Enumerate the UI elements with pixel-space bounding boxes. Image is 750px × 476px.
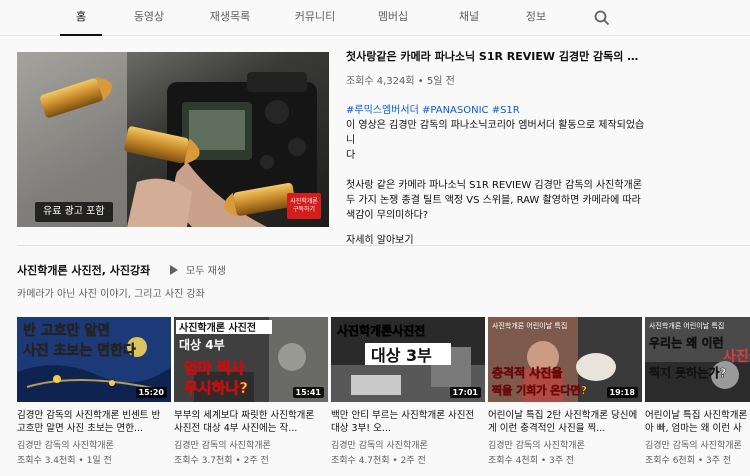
tab-channels[interactable]: 채널 bbox=[448, 0, 490, 36]
video-thumbnail[interactable]: 사진학개론 어린이날 특집 우리는 왜 이런 사진을 찍지 못하는가? bbox=[645, 317, 750, 402]
shelf-description: 카메라가 아닌 사진 이야기, 그리고 사진 강좌 bbox=[17, 289, 205, 300]
tab-about[interactable]: 정보 bbox=[515, 0, 557, 36]
thumbnail-text: 엄마 찍사 bbox=[184, 359, 245, 377]
thumbnail-text: 찍을 기회가 온다면? bbox=[492, 383, 587, 397]
thumbnail-text: 대상 4부 bbox=[179, 337, 225, 352]
video-thumbnail[interactable]: 반 고흐만 알면 사진 초보는 면한다 15:20 bbox=[17, 317, 171, 402]
paid-promotion-badge: 유료 광고 포함 bbox=[35, 202, 113, 222]
thumbnail-text: 사진 초보는 면한다 bbox=[23, 342, 136, 359]
thumbnail-text: 사진학개론 어린이날 특집 bbox=[649, 321, 724, 330]
featured-video-meta: 조회수 4,324회 • 5일 전 bbox=[346, 76, 455, 87]
video-title[interactable]: 김경만 감독의 사진학개론 빈센트 반 고흐만 알면 사진 초보는 면한... bbox=[17, 409, 167, 435]
tab-home[interactable]: 홈 bbox=[60, 0, 102, 36]
video-title[interactable]: 어린이날 특집 사진학개론 아 빠, 엄마는 왜 이런 사진을 찍... bbox=[645, 409, 750, 435]
video-thumbnail[interactable]: 사진학개론사진전 대상 3부 17:01 bbox=[331, 317, 485, 402]
featured-video-info: 첫사랑같은 카메라 파나소닉 S1R REVIEW 김경만 감독의 사진학개론 … bbox=[346, 50, 646, 246]
thumbnail-text: 사진을 bbox=[723, 348, 750, 365]
featured-video-description: 이 영상은 김경만 감독의 파나소닉코리아 엠버서더 활동으로 제작되었습니 다 bbox=[346, 118, 646, 163]
video-meta: 조회수 4.7천회 • 2주 전 bbox=[331, 456, 426, 466]
video-card[interactable]: 반 고흐만 알면 사진 초보는 면한다 15:20 김경만 감독의 사진학개론 … bbox=[17, 317, 171, 466]
tab-membership[interactable]: 멤버십 bbox=[372, 0, 414, 36]
video-title[interactable]: 백만 안티 부르는 사진학개론 사진전 대상 3부! 오... bbox=[331, 409, 481, 435]
thumbnail-text: 찍지 못하는가? bbox=[649, 365, 726, 380]
duration-badge: 15:20 bbox=[135, 387, 167, 398]
subscribe-watermark[interactable]: 사진학개론 구독하기 bbox=[287, 193, 321, 219]
channel-name[interactable]: 김경만 감독의 사진학개론 bbox=[645, 438, 750, 451]
thumbnail-text: 사진학개론 어린이날 특집 bbox=[492, 321, 567, 330]
play-icon bbox=[170, 265, 178, 275]
play-all-label: 모두 재생 bbox=[186, 266, 226, 277]
duration-badge: 17:01 bbox=[449, 387, 481, 398]
thumbnail-text: 충격적 사진을 bbox=[492, 365, 562, 380]
channel-name[interactable]: 김경만 감독의 사진학개론 bbox=[17, 438, 171, 451]
video-title[interactable]: 부부의 세계보다 짜릿한 사진학개론 사진전 대상 4부 사진에는 작... bbox=[174, 409, 324, 435]
featured-video-description-paragraph: 첫사랑 같은 카메라 파나소닉 S1R REVIEW 김경만 감독의 사진학개론… bbox=[346, 180, 642, 221]
tab-videos[interactable]: 동영상 bbox=[128, 0, 170, 36]
video-meta: 조회수 4천회 • 3주 전 bbox=[488, 456, 575, 466]
shelf-title[interactable]: 사진학개론 사진전, 사진강좌 bbox=[17, 262, 150, 278]
video-title[interactable]: 어린이날 특집 2탄 사진학개론 당신에게 이런 충격적인 사진을 찍... bbox=[488, 409, 638, 435]
channel-name[interactable]: 김경만 감독의 사진학개론 bbox=[331, 438, 485, 451]
thumbnail-text: 반 고흐만 알면 bbox=[23, 322, 110, 339]
tab-community[interactable]: 커뮤니티 bbox=[290, 0, 340, 36]
thumbnail-text: 대상 3부 bbox=[371, 346, 432, 365]
subscribe-watermark-line1: 사진학개론 bbox=[290, 198, 318, 205]
video-card[interactable]: 사진학개론 어린이날 특집 우리는 왜 이런 사진을 찍지 못하는가? 어린이날… bbox=[645, 317, 750, 466]
thumbnail-text: 사진학개론 사진전 bbox=[179, 321, 256, 334]
channel-name[interactable]: 김경만 감독의 사진학개론 bbox=[488, 438, 642, 451]
video-thumbnail[interactable]: 사진학개론 사진전 대상 4부 엄마 찍사 무시하나? 15:41 bbox=[174, 317, 328, 402]
video-card[interactable]: 사진학개론사진전 대상 3부 17:01 백만 안티 부르는 사진학개론 사진전… bbox=[331, 317, 485, 466]
video-meta: 조회수 3.7천회 • 2주 전 bbox=[174, 456, 269, 466]
channel-tabs: 홈 동영상 재생목록 커뮤니티 멤버십 채널 정보 bbox=[0, 0, 750, 36]
description-line-2: 다 bbox=[346, 150, 356, 161]
video-card[interactable]: 사진학개론 사진전 대상 4부 엄마 찍사 무시하나? 15:41 부부의 세계… bbox=[174, 317, 328, 466]
video-thumbnail[interactable]: 사진학개론 어린이날 특집 충격적 사진을 찍을 기회가 온다면? 19:18 bbox=[488, 317, 642, 402]
family-thumbnail: 사진학개론 어린이날 특집 우리는 왜 이런 사진을 찍지 못하는가? bbox=[645, 317, 750, 402]
duration-badge: 15:41 bbox=[292, 387, 324, 398]
camera-photo-image bbox=[17, 52, 329, 227]
thumbnail-text: 무시하나? bbox=[184, 379, 248, 397]
section-divider bbox=[17, 245, 750, 246]
video-meta: 조회수 3.4천회 • 1일 전 bbox=[17, 456, 112, 466]
featured-video-title[interactable]: 첫사랑같은 카메라 파나소닉 S1R REVIEW 김경만 감독의 사진학개론 … bbox=[346, 50, 642, 64]
search-icon[interactable] bbox=[593, 9, 611, 27]
thumbnail-text: 사진학개론사진전 bbox=[337, 323, 425, 338]
featured-video-thumbnail[interactable]: 유료 광고 포함 사진학개론 구독하기 bbox=[17, 52, 329, 227]
channel-name[interactable]: 김경만 감독의 사진학개론 bbox=[174, 438, 328, 451]
thumbnail-text: 우리는 왜 이런 bbox=[649, 335, 724, 350]
video-meta: 조회수 6천회 • 3주 전 bbox=[645, 456, 732, 466]
duration-badge: 19:18 bbox=[606, 387, 638, 398]
subscribe-watermark-line2: 구독하기 bbox=[292, 206, 316, 213]
featured-video-hashtags[interactable]: #루믹스엠버서더 #PANASONIC #S1R bbox=[346, 101, 646, 116]
video-card[interactable]: 사진학개론 어린이날 특집 충격적 사진을 찍을 기회가 온다면? 19:18 … bbox=[488, 317, 642, 466]
read-more-link[interactable]: 자세히 알아보기 bbox=[346, 231, 646, 246]
tab-playlists[interactable]: 재생목록 bbox=[205, 0, 255, 36]
play-all-button[interactable]: 모두 재생 bbox=[170, 262, 226, 277]
description-line-1: 이 영상은 김경만 감독의 파나소닉코리아 엠버서더 활동으로 제작되었습니 bbox=[346, 120, 645, 146]
